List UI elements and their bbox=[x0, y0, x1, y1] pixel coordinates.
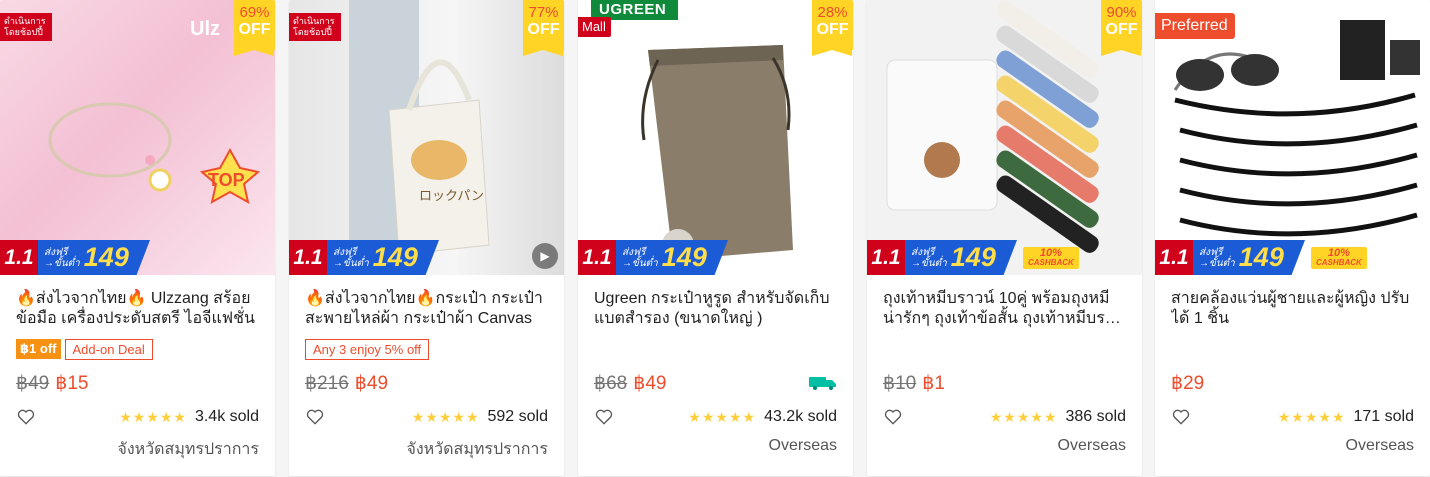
discount-badge: 69% OFF bbox=[234, 0, 275, 56]
discount-badge: 77% OFF bbox=[523, 0, 564, 56]
original-price: ฿49 bbox=[16, 372, 50, 394]
discount-badge: 28% OFF bbox=[812, 0, 853, 56]
current-price: ฿15 bbox=[55, 372, 89, 394]
product-image: 90% OFF 1.1 ส่งฟรี →ขั้นต่ำ 149 10% CASHBAC… bbox=[867, 0, 1142, 275]
sold-count: 592 sold bbox=[487, 408, 549, 425]
seller-location: จังหวัดสมุทรปราการ bbox=[406, 441, 548, 458]
current-price: ฿29 bbox=[1171, 372, 1205, 394]
sold-count: 386 sold bbox=[1065, 408, 1127, 425]
svg-text:Ulz: Ulz bbox=[190, 18, 220, 40]
heart-icon[interactable] bbox=[16, 407, 36, 427]
rating-stars: ★★★★★ bbox=[411, 408, 480, 425]
product-grid: TOP Ulz ดำเนินการ โดยช้อปปี้ 69% OFF 1.1 … bbox=[0, 0, 1430, 477]
mall-tag: Mall bbox=[578, 17, 611, 37]
original-price: ฿216 bbox=[305, 372, 349, 394]
product-image: TOP Ulz ดำเนินการ โดยช้อปปี้ 69% OFF 1.1 … bbox=[0, 0, 275, 275]
deal-badge: Add-on Deal bbox=[64, 338, 153, 360]
seller-location: Overseas bbox=[768, 437, 837, 454]
heart-icon[interactable] bbox=[1171, 407, 1191, 427]
shopee-fulfilled-tag: ดำเนินการ โดยช้อปปี้ bbox=[0, 13, 52, 41]
promo-banner: 1.1 ส่งฟรี →ขั้นต่ำ 149 10% CASHBACK bbox=[867, 240, 1142, 275]
free-shipping-truck-icon bbox=[809, 377, 836, 390]
product-card[interactable]: ロックパン ดำเนินการ โดยช้อปปี้ 77% OFF 1.1 ส่… bbox=[289, 0, 564, 476]
discount-voucher-badge: ฿1 off bbox=[16, 339, 61, 359]
deal-badge: Any 3 enjoy 5% off bbox=[305, 338, 430, 360]
sold-count: 43.2k sold bbox=[764, 408, 837, 425]
sold-count: 171 sold bbox=[1353, 408, 1415, 425]
rating-stars: ★★★★★ bbox=[688, 408, 757, 425]
sold-count: 3.4k sold bbox=[194, 408, 259, 425]
coins-cashback-badge: 10% CASHBACK bbox=[1311, 246, 1367, 269]
product-card[interactable]: UGREEN Mall 28% OFF 1.1 ส่งฟรี →ขั้นต่ำ 14… bbox=[578, 0, 853, 476]
product-image: ロックパン ดำเนินการ โดยช้อปปี้ 77% OFF 1.1 ส่… bbox=[289, 0, 564, 275]
product-image: Preferred 1.1 ส่งฟรี →ขั้นต่ำ 149 10% CASHB… bbox=[1155, 0, 1430, 275]
shopee-fulfilled-tag: ดำเนินการ โดยช้อปปี้ bbox=[289, 13, 341, 41]
heart-icon[interactable] bbox=[305, 407, 325, 427]
rating-stars: ★★★★★ bbox=[1277, 408, 1346, 425]
promo-banner: 1.1 ส่งฟรี →ขั้นต่ำ 149 bbox=[289, 240, 564, 275]
svg-text:ロックパン: ロックパン bbox=[419, 189, 484, 204]
play-video-icon[interactable]: ▶ bbox=[532, 243, 558, 269]
seller-location: Overseas bbox=[1345, 437, 1414, 454]
current-price: ฿1 bbox=[922, 372, 945, 394]
seller-location: Overseas bbox=[1057, 437, 1126, 454]
coins-cashback-badge: 10% CASHBACK bbox=[1023, 246, 1079, 269]
svg-text:TOP: TOP bbox=[208, 170, 245, 190]
heart-icon[interactable] bbox=[883, 407, 903, 427]
promo-banner: 1.1 ส่งฟรี →ขั้นต่ำ 149 10% CASHBACK bbox=[1155, 240, 1430, 275]
product-card[interactable]: 90% OFF 1.1 ส่งฟรี →ขั้นต่ำ 149 10% CASHBAC… bbox=[867, 0, 1142, 476]
rating-stars: ★★★★★ bbox=[119, 408, 187, 425]
original-price: ฿68 bbox=[594, 372, 628, 394]
seller-location: จังหวัดสมุทรปราการ bbox=[117, 441, 259, 458]
current-price: ฿49 bbox=[354, 372, 389, 394]
original-price: ฿10 bbox=[883, 372, 917, 394]
product-image: UGREEN Mall 28% OFF 1.1 ส่งฟรี →ขั้นต่ำ 14… bbox=[578, 0, 853, 275]
rating-stars: ★★★★★ bbox=[989, 408, 1058, 425]
product-card[interactable]: Preferred 1.1 ส่งฟรี →ขั้นต่ำ 149 10% CASHB… bbox=[1155, 0, 1430, 476]
product-card[interactable]: TOP Ulz ดำเนินการ โดยช้อปปี้ 69% OFF 1.1 … bbox=[0, 0, 275, 476]
current-price: ฿49 bbox=[633, 372, 667, 394]
product-name: 🔥ส่งไวจากไทย🔥 Ulzzang สร้อยข้อมือ เครื่อ… bbox=[16, 290, 255, 327]
preferred-tag: Preferred bbox=[1155, 13, 1235, 39]
product-name: Ugreen กระเป๋าหูรูด สำหรับจัดเก็บแบตสำรอ… bbox=[594, 290, 830, 327]
eyewear-strap-illustration bbox=[1173, 20, 1420, 237]
promo-banner: 1.1 ส่งฟรี →ขั้นต่ำ 149 bbox=[0, 240, 275, 275]
product-name: สายคล้องแว่นผู้ชายและผู้หญิง ปรับได้ 1 ช… bbox=[1171, 290, 1410, 327]
discount-badge: 90% OFF bbox=[1101, 0, 1142, 56]
heart-icon[interactable] bbox=[594, 407, 614, 427]
promo-banner: 1.1 ส่งฟรี →ขั้นต่ำ 149 bbox=[578, 240, 853, 275]
product-name: 🔥ส่งไวจากไทย🔥กระเป๋า กระเป๋าสะพายไหล่ผ้า… bbox=[305, 290, 543, 327]
product-name: ถุงเท้าหมีบราวน์ 10คู่ พร้อมถุงหมี น่ารั… bbox=[883, 290, 1114, 327]
